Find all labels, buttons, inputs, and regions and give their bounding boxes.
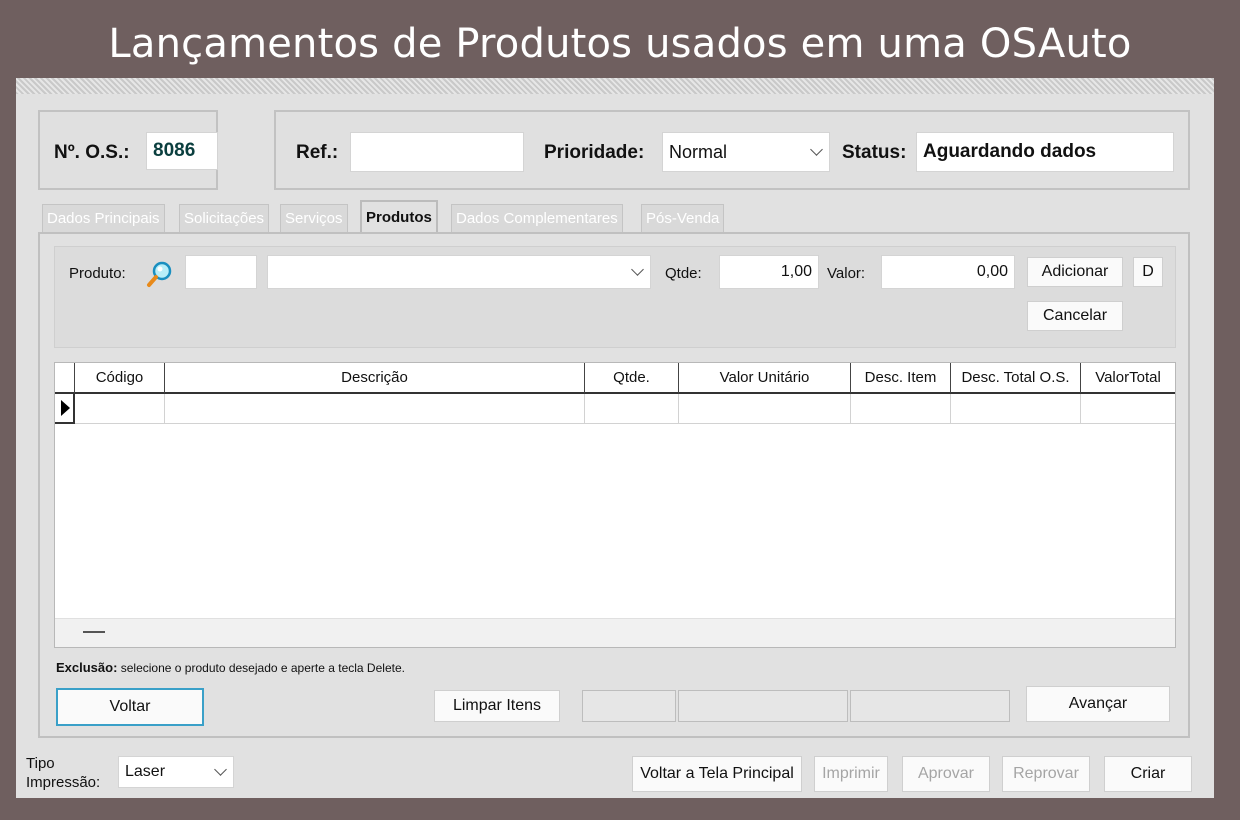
- chevron-down-icon: [214, 763, 227, 776]
- table-row-cell[interactable]: [1081, 394, 1175, 424]
- delete-hint-label: Exclusão:: [56, 660, 118, 675]
- back-button[interactable]: Voltar: [56, 688, 204, 726]
- os-number-label: Nº. O.S.:: [54, 142, 130, 163]
- search-magnifier-icon[interactable]: [145, 259, 175, 289]
- table-row-cell[interactable]: [585, 394, 679, 424]
- print-type-label: Tipo Impressão:: [26, 754, 100, 792]
- tab-pos-venda[interactable]: Pós-Venda: [641, 204, 725, 232]
- delete-hint-text: selecione o produto desejado e aperte a …: [117, 661, 405, 675]
- clear-items-button[interactable]: Limpar Itens: [434, 690, 560, 722]
- table-row-cell[interactable]: [951, 394, 1081, 424]
- cancel-button[interactable]: Cancelar: [1027, 301, 1123, 331]
- tab-dados-principais[interactable]: Dados Principais: [42, 204, 165, 232]
- value-input[interactable]: 0,00: [881, 255, 1015, 289]
- delete-hint: Exclusão: selecione o produto desejado e…: [56, 660, 405, 675]
- ref-input[interactable]: [350, 132, 524, 172]
- product-description-select[interactable]: [267, 255, 651, 289]
- main-screen-button[interactable]: Voltar a Tela Principal: [632, 756, 802, 792]
- print-type-select[interactable]: Laser: [118, 756, 234, 788]
- priority-select[interactable]: Normal: [662, 132, 830, 172]
- create-button[interactable]: Criar: [1104, 756, 1192, 792]
- priority-label: Prioridade:: [544, 142, 645, 163]
- os-number-group: Nº. O.S.: 8086: [38, 110, 218, 190]
- os-number-field[interactable]: 8086: [146, 132, 218, 170]
- chevron-down-icon: [810, 143, 823, 156]
- items-grid[interactable]: Código Descrição Qtde. Valor Unitário De…: [54, 362, 1176, 648]
- product-entry-group: Produto: Qtde: 1,00 Valor: 0,00 Adiciona…: [54, 246, 1176, 348]
- add-button[interactable]: Adicionar: [1027, 257, 1123, 287]
- grid-header-valor-unitario[interactable]: Valor Unitário: [679, 363, 851, 394]
- table-row-cell[interactable]: [679, 394, 851, 424]
- chevron-down-icon: [631, 263, 644, 276]
- table-row-cell[interactable]: [165, 394, 585, 424]
- quantity-input[interactable]: 1,00: [719, 255, 819, 289]
- print-type-value: Laser: [125, 763, 166, 780]
- total-box-1: [582, 690, 676, 722]
- grid-header-qtde[interactable]: Qtde.: [585, 363, 679, 394]
- tab-dados-complementares[interactable]: Dados Complementares: [451, 204, 623, 232]
- grid-header-valor-total[interactable]: ValorTotal: [1081, 363, 1175, 394]
- value-label: Valor:: [827, 265, 866, 282]
- order-info-group: Ref.: Prioridade: Normal Status: Aguarda…: [274, 110, 1190, 190]
- total-box-3: [850, 690, 1010, 722]
- table-row-cell[interactable]: [75, 394, 165, 424]
- print-button[interactable]: Imprimir: [814, 756, 888, 792]
- window-title-strip: [16, 78, 1214, 94]
- tab-produtos[interactable]: Produtos: [360, 200, 438, 233]
- quantity-label: Qtde:: [665, 265, 702, 282]
- table-row-cell[interactable]: [851, 394, 951, 424]
- total-box-2: [678, 690, 848, 722]
- grid-row-indicator-header: [55, 363, 75, 394]
- tab-servicos[interactable]: Serviços: [280, 204, 348, 232]
- print-type-label-line1: Tipo: [26, 755, 55, 772]
- product-code-input[interactable]: [185, 255, 257, 289]
- produtos-panel: Produto: Qtde: 1,00 Valor: 0,00 Adiciona…: [38, 232, 1190, 738]
- grid-header-desc-total-os[interactable]: Desc. Total O.S.: [951, 363, 1081, 394]
- grid-header-desc-item[interactable]: Desc. Item: [851, 363, 951, 394]
- ref-label: Ref.:: [296, 142, 339, 163]
- priority-select-value: Normal: [669, 141, 728, 162]
- approve-button[interactable]: Aprovar: [902, 756, 990, 792]
- tab-solicitacoes[interactable]: Solicitações: [179, 204, 270, 232]
- grid-footer-dash: [83, 631, 105, 633]
- reject-button[interactable]: Reprovar: [1002, 756, 1090, 792]
- app-window: Nº. O.S.: 8086 Ref.: Prioridade: Normal …: [16, 78, 1214, 798]
- grid-header-descricao[interactable]: Descrição: [165, 363, 585, 394]
- status-field: Aguardando dados: [916, 132, 1174, 172]
- product-label: Produto:: [69, 265, 126, 282]
- grid-footer: [55, 618, 1175, 647]
- next-button[interactable]: Avançar: [1026, 686, 1170, 722]
- page-banner-title: Lançamentos de Produtos usados em uma OS…: [108, 21, 1132, 67]
- grid-header-codigo[interactable]: Código: [75, 363, 165, 394]
- grid-current-row-indicator[interactable]: [55, 394, 75, 424]
- row-pointer-icon: [61, 400, 70, 416]
- print-type-label-line2: Impressão:: [26, 774, 101, 791]
- status-label: Status:: [842, 142, 907, 163]
- d-button[interactable]: D: [1133, 257, 1163, 287]
